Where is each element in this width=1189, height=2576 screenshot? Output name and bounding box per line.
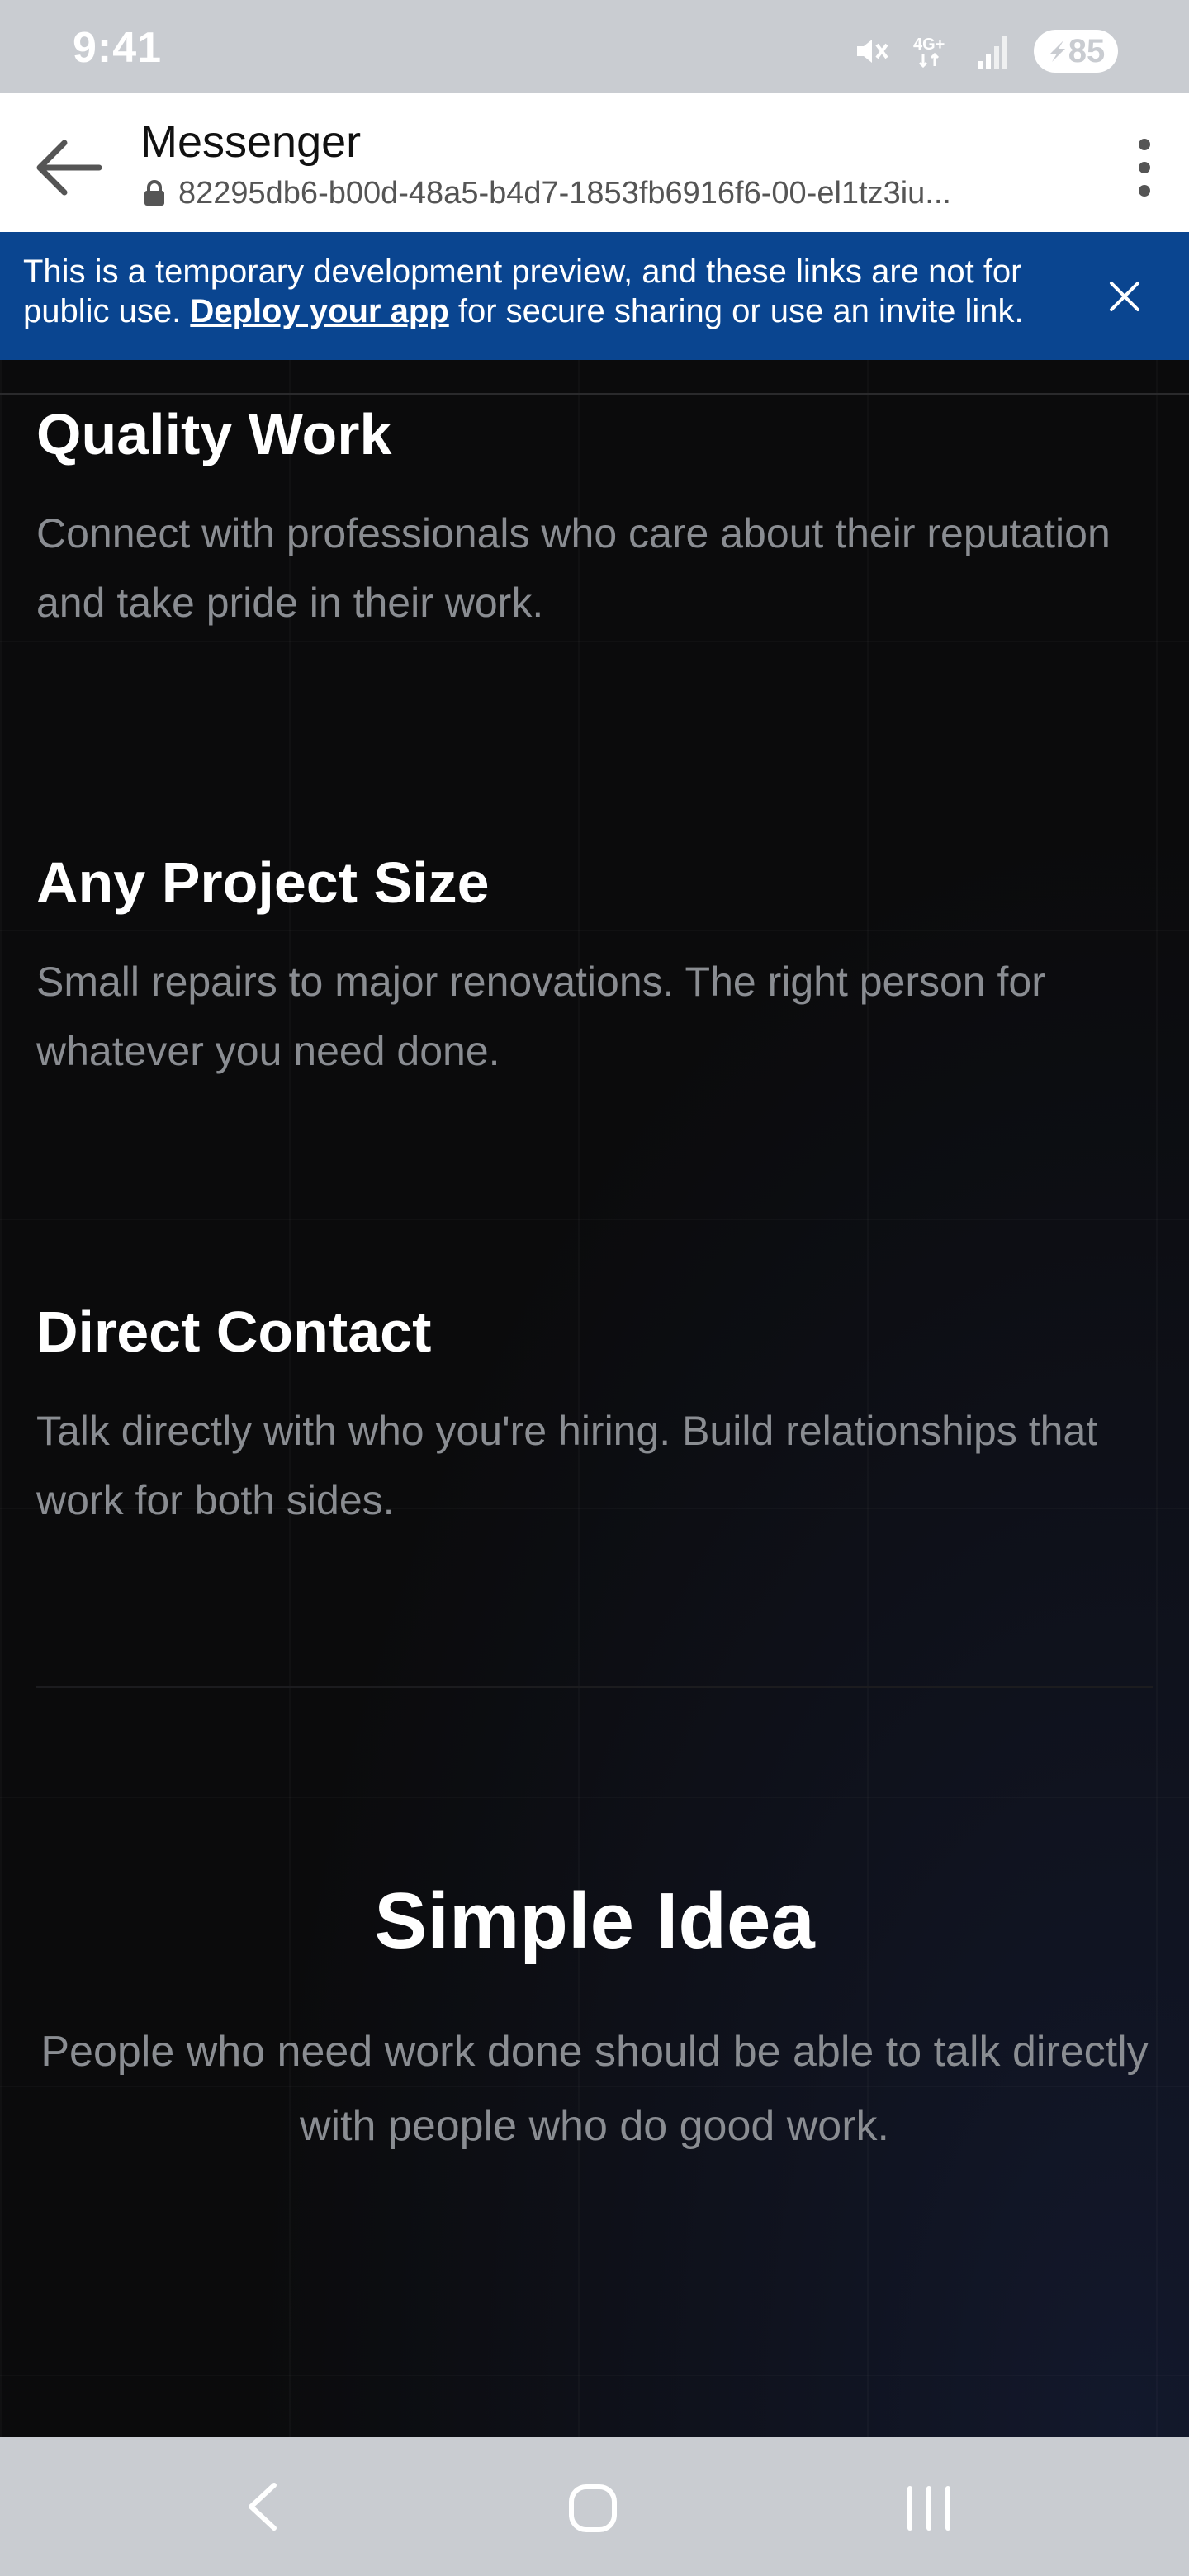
deploy-app-link[interactable]: Deploy your app bbox=[190, 293, 448, 329]
feature-text: Connect with professionals who care abou… bbox=[36, 510, 1111, 626]
status-bar: 9:41 4G+ 85 bbox=[0, 0, 1189, 93]
close-icon[interactable] bbox=[1103, 275, 1146, 318]
main-content: Quality Work Connect with professionals … bbox=[0, 360, 1189, 2437]
preview-banner: This is a temporary development preview,… bbox=[0, 232, 1189, 360]
4g-icon: 4G+ bbox=[913, 36, 945, 69]
arrow-left-icon[interactable] bbox=[31, 135, 106, 201]
feature-direct-contact: Direct Contact Talk directly with who yo… bbox=[36, 1299, 1168, 1535]
feature-quality-work: Quality Work Connect with professionals … bbox=[36, 401, 1168, 637]
svg-text:4G+: 4G+ bbox=[913, 36, 945, 54]
app-header: Messenger 82295db6-b00d-48a5-b4d7-1853fb… bbox=[0, 93, 1189, 232]
mute-icon bbox=[857, 40, 888, 63]
section-divider bbox=[0, 393, 1189, 395]
lock-icon bbox=[144, 180, 164, 206]
feature-title: Any Project Size bbox=[36, 850, 490, 915]
recents-icon[interactable] bbox=[900, 2482, 958, 2535]
feature-text: Small repairs to major renovations. The … bbox=[36, 959, 1045, 1074]
url-text[interactable]: 82295db6-b00d-48a5-b4d7-1853fb6916f6-00-… bbox=[178, 176, 988, 211]
status-time: 9:41 bbox=[73, 24, 163, 72]
status-icons: 4G+ 85 bbox=[850, 28, 1118, 74]
banner-text-after: for secure sharing or use an invite link… bbox=[448, 293, 1024, 329]
section-divider bbox=[36, 1686, 1153, 1688]
back-icon[interactable] bbox=[239, 2480, 289, 2533]
more-vertical-icon[interactable] bbox=[1120, 126, 1169, 209]
feature-any-project-size: Any Project Size Small repairs to major … bbox=[36, 850, 1168, 1086]
simple-idea-title: Simple Idea bbox=[374, 1877, 815, 1965]
feature-title: Quality Work bbox=[36, 402, 392, 466]
page-title: Messenger bbox=[140, 117, 362, 167]
battery-saver-icon bbox=[1049, 40, 1065, 62]
system-nav-bar bbox=[0, 2437, 1189, 2576]
simple-idea-text: People who need work done should be able… bbox=[40, 2028, 1149, 2150]
feature-text: Talk directly with who you're hiring. Bu… bbox=[36, 1408, 1098, 1523]
banner-message: This is a temporary development preview,… bbox=[23, 252, 1097, 331]
feature-title: Direct Contact bbox=[36, 1300, 432, 1364]
battery-icon: 85 bbox=[1034, 30, 1118, 73]
home-icon[interactable] bbox=[566, 2482, 619, 2535]
signal-icon bbox=[978, 36, 1007, 69]
battery-level: 85 bbox=[1068, 32, 1106, 69]
